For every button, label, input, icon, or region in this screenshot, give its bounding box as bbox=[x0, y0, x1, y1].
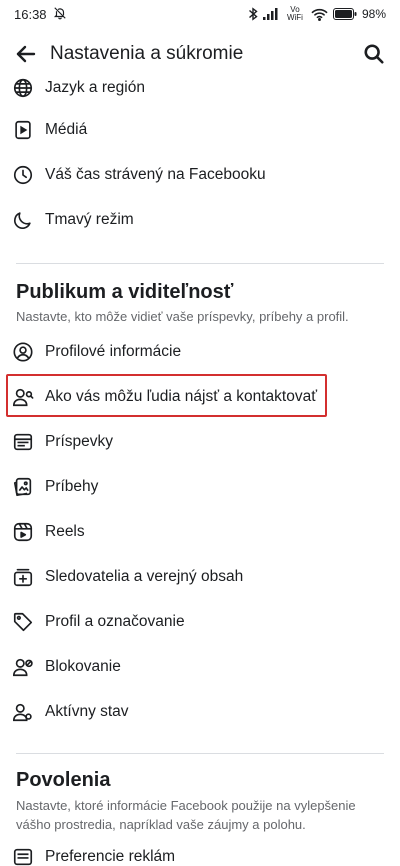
reels-icon bbox=[10, 519, 36, 545]
menu-item-label: Médiá bbox=[45, 121, 88, 138]
moon-icon bbox=[10, 207, 36, 233]
menu-item-label: Aktívny stav bbox=[45, 703, 129, 720]
menu-item-label: Preferencie reklám bbox=[45, 848, 176, 865]
highlight-box bbox=[6, 374, 327, 417]
menu-item-followers[interactable]: Sledovatelia a verejný obsah bbox=[0, 555, 400, 599]
media-icon bbox=[10, 117, 36, 143]
mute-bell-icon bbox=[53, 6, 67, 23]
menu-item-dark-mode[interactable]: Tmavý režim bbox=[0, 198, 400, 242]
page-title: Nastavenia a súkromie bbox=[50, 43, 244, 64]
active-status-icon bbox=[10, 699, 36, 725]
search-icon bbox=[364, 44, 384, 64]
arrow-left-icon bbox=[16, 45, 36, 63]
followers-icon bbox=[10, 564, 36, 590]
menu-item-profile-tagging[interactable]: Profil a označovanie bbox=[0, 600, 400, 644]
section-title-audience: Publikum a viditeľnosť bbox=[16, 281, 234, 303]
vowifi-label: Vo WiFi bbox=[286, 5, 303, 22]
menu-item-label: Príbehy bbox=[45, 478, 99, 495]
menu-item-label: Jazyk a región bbox=[45, 79, 145, 96]
menu-item-label: Tmavý režim bbox=[45, 211, 134, 228]
clock-icon bbox=[10, 162, 36, 188]
menu-item-profile-info[interactable]: Profilové informácie bbox=[0, 330, 400, 374]
section-divider bbox=[16, 263, 384, 264]
posts-icon bbox=[10, 429, 36, 455]
status-right: Vo WiFi 98% bbox=[248, 6, 386, 22]
ad-preferences-icon bbox=[10, 844, 36, 866]
menu-item-label: Príspevky bbox=[45, 433, 114, 450]
menu-item-label: Profilové informácie bbox=[45, 343, 182, 360]
cell-signal-icon bbox=[262, 8, 279, 20]
globe-icon bbox=[10, 75, 36, 101]
menu-item-blocking[interactable]: Blokovanie bbox=[0, 645, 400, 689]
menu-item-language[interactable]: Jazyk a región bbox=[0, 66, 400, 110]
menu-item-active-status[interactable]: Aktívny stav bbox=[0, 690, 400, 734]
menu-item-posts[interactable]: Príspevky bbox=[0, 420, 400, 464]
battery-percent: 98% bbox=[361, 7, 386, 21]
menu-item-stories[interactable]: Príbehy bbox=[0, 465, 400, 509]
search-button[interactable] bbox=[360, 40, 388, 68]
menu-item-label: Blokovanie bbox=[45, 658, 121, 675]
section-description-audience: Nastavte, kto môže vidieť vaše príspevky… bbox=[16, 309, 349, 324]
section-description-permissions: Nastavte, ktoré informácie Facebook použ… bbox=[16, 798, 356, 832]
menu-item-label: Reels bbox=[45, 523, 85, 540]
menu-item-label: Váš čas strávený na Facebooku bbox=[45, 166, 266, 183]
menu-item-ad-preferences[interactable]: Preferencie reklám bbox=[0, 835, 400, 866]
status-bar: 16:38 Vo WiFi 98% bbox=[0, 0, 400, 28]
stories-icon bbox=[10, 474, 36, 500]
status-time: 16:38 bbox=[14, 6, 47, 22]
settings-list[interactable]: Jazyk a región Médiá Váš čas strávený na… bbox=[0, 66, 400, 866]
wifi-icon bbox=[311, 8, 328, 21]
menu-item-media[interactable]: Médiá bbox=[0, 108, 400, 152]
battery-icon bbox=[332, 8, 357, 20]
menu-item-time-on-facebook[interactable]: Váš čas strávený na Facebooku bbox=[0, 153, 400, 197]
back-button[interactable] bbox=[12, 40, 40, 68]
profile-circle-icon bbox=[10, 339, 36, 365]
section-title-permissions: Povolenia bbox=[16, 769, 111, 791]
section-divider bbox=[16, 753, 384, 754]
menu-item-label: Profil a označovanie bbox=[45, 613, 185, 630]
tag-icon bbox=[10, 609, 36, 635]
menu-item-reels[interactable]: Reels bbox=[0, 510, 400, 554]
status-left: 16:38 bbox=[14, 6, 67, 23]
bluetooth-icon bbox=[248, 7, 258, 21]
menu-item-label: Sledovatelia a verejný obsah bbox=[45, 568, 244, 585]
block-user-icon bbox=[10, 654, 36, 680]
